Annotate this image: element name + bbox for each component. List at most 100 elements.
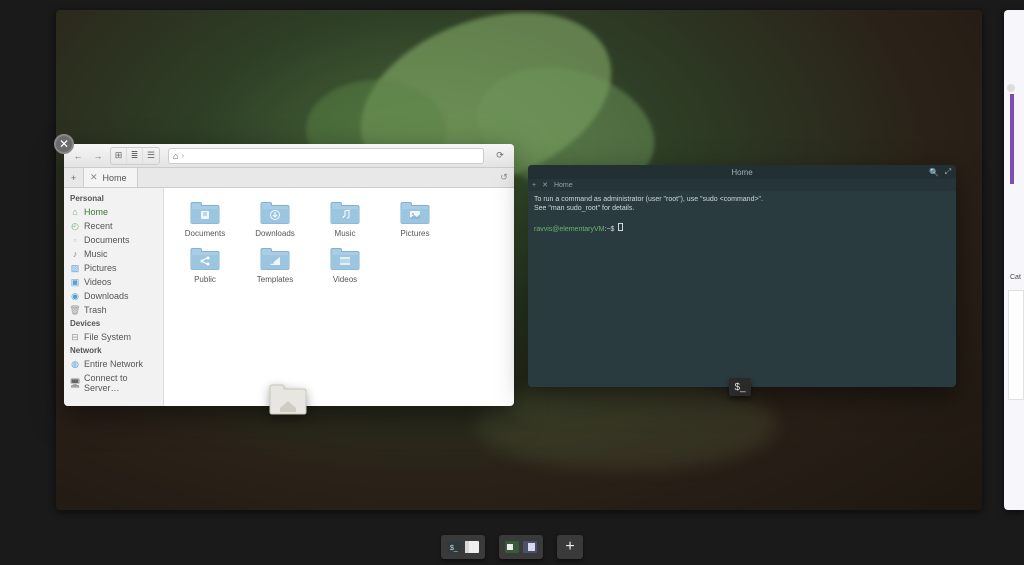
sidebar-item-label: Documents (84, 235, 130, 245)
arrow-left-icon: ← (74, 151, 83, 161)
workspace-2-thumbnail[interactable]: Cat (1004, 10, 1024, 510)
reload-icon: ⟳ (496, 150, 504, 161)
connect-server-icon: 🖥 (70, 378, 80, 388)
app-window-preview (1008, 290, 1024, 400)
terminal-tab-label: Home (554, 182, 573, 189)
sidebar-section-header: Devices (64, 317, 163, 330)
folder-pictures[interactable]: Pictures (380, 200, 450, 238)
videos-icon: ▣ (70, 277, 80, 287)
sidebar-item-entire-network[interactable]: ◍ Entire Network (64, 357, 163, 371)
close-window-button[interactable]: ✕ (54, 134, 74, 154)
sidebar-item-label: Home (84, 207, 108, 217)
sidebar-item-connect-server[interactable]: 🖥 Connect to Server… (64, 371, 163, 395)
task-group-1: $_ (441, 535, 485, 559)
sidebar-item-home[interactable]: ⌂ Home (64, 205, 163, 219)
sidebar-section-header: Network (64, 344, 163, 357)
history-icon: ↺ (500, 172, 508, 183)
recent-icon: ◴ (70, 221, 80, 231)
terminal-output[interactable]: To run a command as administrator (user … (528, 191, 956, 387)
app-window-preview (1010, 94, 1014, 184)
folder-label: Public (194, 275, 216, 284)
folder-public[interactable]: Public (170, 246, 240, 284)
folder-downloads[interactable]: Downloads (240, 200, 310, 238)
task-group-2 (499, 535, 543, 559)
view-icons-button[interactable]: ⊞ (111, 148, 127, 164)
folder-templates[interactable]: Templates (240, 246, 310, 284)
columns-icon: ☰ (147, 150, 155, 161)
tab-label: Home (103, 173, 127, 183)
sidebar-item-label: Downloads (84, 291, 129, 301)
tab-history-button[interactable]: ↺ (494, 168, 514, 187)
terminal-dock-icon[interactable]: $_ (729, 378, 751, 396)
sidebar-item-label: Videos (84, 277, 111, 287)
close-tab-icon[interactable]: ✕ (90, 172, 98, 183)
sidebar-item-label: Entire Network (84, 359, 143, 369)
sidebar-item-filesystem[interactable]: ⊟ File System (64, 330, 163, 344)
nav-back-button[interactable]: ← (70, 148, 86, 164)
sidebar-item-label: Pictures (84, 263, 117, 273)
folder-documents[interactable]: Documents (170, 200, 240, 238)
maximize-icon[interactable]: ⤢ (942, 166, 954, 178)
music-icon: ♪ (70, 249, 80, 259)
chevron-right-icon: › (181, 151, 184, 160)
trash-icon: 🗑 (70, 305, 80, 315)
folder-label: Music (335, 229, 356, 238)
filesystem-icon: ⊟ (70, 332, 80, 342)
folder-label: Pictures (401, 229, 430, 238)
arrow-right-icon: → (94, 151, 103, 161)
sidebar-item-pictures[interactable]: ▧ Pictures (64, 261, 163, 275)
sidebar-item-label: Trash (84, 305, 107, 315)
new-terminal-tab-button[interactable]: + (532, 182, 536, 189)
svg-text:$_: $_ (450, 545, 458, 552)
home-icon: ⌂ (173, 151, 178, 161)
tab-home[interactable]: ✕ Home (84, 168, 138, 187)
sidebar-item-label: Recent (84, 221, 113, 231)
list-icon: ≣ (131, 150, 139, 161)
files-sidebar: Personal⌂Home◴Recent▫Documents♪Music▧Pic… (64, 188, 164, 406)
home-folder-icon (266, 382, 310, 416)
close-terminal-tab-icon[interactable]: ✕ (542, 181, 548, 189)
plus-icon: + (71, 173, 76, 183)
sidebar-item-recent[interactable]: ◴ Recent (64, 219, 163, 233)
pictures-icon: ▧ (70, 263, 80, 273)
terminal-titlebar[interactable]: Home 🔍 ⤢ (528, 165, 956, 179)
task-desktop-2[interactable] (521, 539, 539, 555)
files-window[interactable]: ← → ⊞ ≣ ☰ ⌂ › ⟳ + ✕ Home ↺ Personal⌂Home… (64, 144, 514, 406)
documents-icon: ▫ (70, 235, 80, 245)
search-icon[interactable]: 🔍 (928, 166, 940, 178)
view-columns-button[interactable]: ☰ (143, 148, 159, 164)
downloads-icon: ◉ (70, 291, 80, 301)
new-tab-button[interactable]: + (64, 168, 84, 187)
sidebar-item-videos[interactable]: ▣ Videos (64, 275, 163, 289)
files-toolbar: ← → ⊞ ≣ ☰ ⌂ › ⟳ (64, 144, 514, 168)
entire-network-icon: ◍ (70, 359, 80, 369)
folder-music[interactable]: Music (310, 200, 380, 238)
terminal-prompt-sep: :~$ (605, 226, 617, 233)
sidebar-item-downloads[interactable]: ◉ Downloads (64, 289, 163, 303)
sidebar-item-label: Connect to Server… (84, 373, 157, 393)
nav-forward-button[interactable]: → (90, 148, 106, 164)
sidebar-item-trash[interactable]: 🗑 Trash (64, 303, 163, 317)
folder-label: Downloads (255, 229, 295, 238)
sidebar-item-documents[interactable]: ▫ Documents (64, 233, 163, 247)
window-title: Home (731, 168, 752, 177)
task-files[interactable] (463, 539, 481, 555)
view-list-button[interactable]: ≣ (127, 148, 143, 164)
task-desktop-1[interactable] (503, 539, 521, 555)
home-icon: ⌂ (70, 207, 80, 217)
terminal-window[interactable]: Home 🔍 ⤢ + ✕ Home To run a command as ad… (528, 165, 956, 387)
folder-videos[interactable]: Videos (310, 246, 380, 284)
sidebar-item-label: File System (84, 332, 131, 342)
reload-button[interactable]: ⟳ (492, 148, 508, 164)
workspace-dock: $_ + (0, 535, 1024, 559)
task-terminal[interactable]: $_ (445, 539, 463, 555)
folder-label: Templates (257, 275, 293, 284)
view-mode-group: ⊞ ≣ ☰ (110, 147, 160, 165)
tab-bar: + ✕ Home ↺ (64, 168, 514, 188)
path-bar[interactable]: ⌂ › (168, 148, 484, 164)
terminal-tabbar: + ✕ Home (528, 179, 956, 191)
terminal-prompt-user: ravvis@elementaryVM (534, 226, 605, 233)
add-workspace-button[interactable]: + (557, 535, 583, 559)
sidebar-item-music[interactable]: ♪Music (64, 247, 163, 261)
terminal-cursor (618, 223, 623, 231)
